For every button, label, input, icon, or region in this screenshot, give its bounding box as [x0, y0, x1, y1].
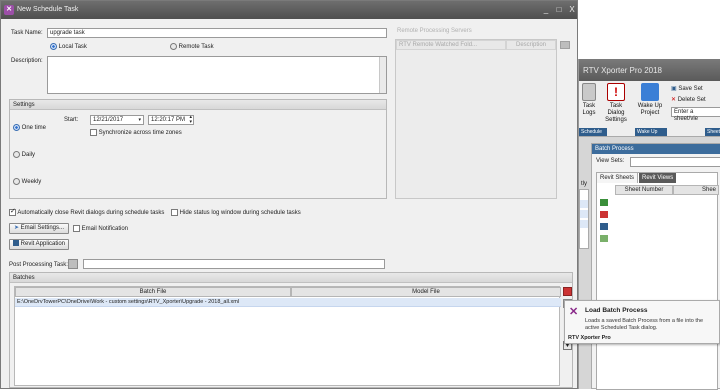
radio-checked-icon: [50, 43, 57, 50]
remote-servers-grid: RTV Remote Watched Fold... Description: [395, 39, 557, 199]
post-processing-input[interactable]: [83, 259, 385, 269]
app-icon: ✕: [4, 5, 14, 15]
save-icon[interactable]: [600, 223, 608, 230]
delete-icon: ✕: [671, 97, 677, 103]
list-item[interactable]: [580, 210, 588, 218]
checkbox-icon: [90, 129, 97, 136]
save-set-button[interactable]: ▣ Save Set: [671, 85, 703, 92]
task-logs-button[interactable]: Task Logs: [579, 83, 599, 117]
weekly-radio[interactable]: Weekly: [13, 178, 41, 185]
local-task-radio[interactable]: Local Task: [50, 43, 87, 50]
remote-folder-header: RTV Remote Watched Fold...: [396, 40, 506, 50]
time-spinner-icon[interactable]: ▴ ▾: [189, 115, 192, 125]
background-app-title: RTV Xporter Pro 2018: [579, 59, 720, 81]
batches-title: Batches: [10, 273, 572, 283]
settings-title: Settings: [10, 100, 386, 110]
revit-icon: [12, 240, 19, 247]
chevron-down-icon[interactable]: ▾: [138, 117, 141, 124]
tooltip-title: Load Batch Process: [585, 307, 648, 314]
batches-group: Batches Batch File Model File E:\OneDrvT…: [9, 272, 573, 388]
tab-revit-sheets[interactable]: Revit Sheets: [597, 173, 639, 183]
save-icon: ▣: [671, 86, 677, 92]
task-logs-icon: [582, 83, 596, 101]
auto-close-dialogs-checkbox[interactable]: Automatically close Revit dialogs during…: [9, 207, 164, 216]
task-name-input[interactable]: upgrade task: [47, 28, 387, 38]
hide-status-window-checkbox[interactable]: Hide status log window during schedule t…: [171, 209, 301, 216]
model-file-header[interactable]: Model File: [291, 287, 561, 297]
sheet-number-header[interactable]: Sheet Number: [615, 185, 673, 195]
left-column-label: tly: [581, 181, 587, 187]
close-button[interactable]: X: [567, 5, 577, 14]
batch-process-title: Batch Process: [592, 144, 720, 154]
sync-time-zones-checkbox[interactable]: Synchronize across time zones: [90, 129, 182, 136]
list-item[interactable]: [580, 220, 588, 228]
table-row[interactable]: E:\OneDrvTowerPC\OneDrive\Work - custom …: [15, 298, 561, 307]
task-dialog-settings-button[interactable]: ! Task Dialog Settings: [601, 83, 631, 124]
load-batch-icon[interactable]: [563, 287, 572, 296]
tooltip-footer: RTV Xporter Pro: [568, 335, 611, 341]
remote-task-radio[interactable]: Remote Task: [170, 43, 214, 50]
wake-up-icon: [641, 83, 659, 101]
task-name-label: Task Name:: [11, 30, 43, 36]
remove-icon[interactable]: [600, 211, 608, 218]
start-time-picker[interactable]: 12:20:17 PM ▴ ▾: [148, 115, 194, 125]
radio-unchecked-icon: [13, 178, 20, 185]
load-batch-tooltip: ✕ Load Batch Process Loads a saved Batch…: [564, 300, 720, 344]
checkbox-icon: [171, 209, 178, 216]
tab-revit-views[interactable]: Revit Views: [639, 173, 677, 183]
post-processing-label: Post Processing Task:: [9, 262, 68, 268]
sheets-tab-panel: Revit Sheets Revit Views Sheet Number Sh…: [596, 172, 719, 390]
export-icon[interactable]: [600, 235, 608, 242]
view-sets-label: View Sets:: [596, 158, 625, 164]
schedule-group-label: Schedule: [579, 128, 607, 136]
checkbox-icon: [73, 225, 80, 232]
start-date-picker[interactable]: 12/21/2017 ▾: [90, 115, 144, 125]
radio-unchecked-icon: [13, 151, 20, 158]
radio-checked-icon: [13, 124, 20, 131]
email-notification-checkbox[interactable]: Email Notification: [73, 225, 128, 232]
sheet-search-input[interactable]: Enter a sheet/vie: [671, 107, 720, 122]
window-title: New Schedule Task: [17, 6, 79, 13]
batch-file-cell: E:\OneDrvTowerPC\OneDrive\Work - custom …: [17, 299, 240, 305]
description-label: Description:: [11, 58, 43, 64]
email-icon: ➤: [13, 225, 19, 231]
description-scrollbar[interactable]: [379, 57, 386, 93]
title-bar: ✕ New Schedule Task _ □ X: [1, 1, 577, 19]
remote-description-header: Description: [506, 40, 556, 50]
radio-unchecked-icon: [170, 43, 177, 50]
batches-grid: Batch File Model File E:\OneDrvTowerPC\O…: [14, 286, 561, 386]
left-list: [579, 189, 589, 249]
batch-process-panel: Batch Process View Sets: Revit Sheets Re…: [591, 143, 720, 390]
add-icon[interactable]: [600, 199, 608, 206]
daily-radio[interactable]: Daily: [13, 151, 35, 158]
settings-group: Settings Start: 12/21/2017 ▾ 12:20:17 PM…: [9, 99, 387, 199]
background-ribbon: Task Logs ! Task Dialog Settings Wake Up…: [579, 81, 720, 137]
batch-file-header[interactable]: Batch File: [15, 287, 291, 297]
list-item[interactable]: [580, 200, 588, 208]
start-label: Start:: [64, 117, 79, 123]
one-time-radio[interactable]: One time: [13, 124, 46, 131]
tooltip-body: Loads a saved Batch Process from a file …: [585, 318, 704, 331]
tooltip-x-icon: ✕: [569, 306, 579, 318]
maximize-button[interactable]: □: [554, 5, 564, 14]
sheet-name-header[interactable]: Shee: [673, 185, 719, 195]
delete-set-button[interactable]: ✕ Delete Set: [671, 96, 706, 103]
wakeup-group-label: Wake Up: [635, 128, 667, 136]
wake-up-project-button[interactable]: Wake Up Project: [635, 83, 665, 117]
revit-application-button[interactable]: Revit Application: [9, 239, 69, 250]
description-textarea[interactable]: [47, 56, 387, 94]
checkbox-checked-icon: [9, 207, 16, 216]
browse-folder-icon[interactable]: [68, 259, 78, 269]
email-settings-button[interactable]: ➤ Email Settings...: [9, 223, 69, 234]
new-schedule-task-dialog: ✕ New Schedule Task _ □ X Task Name: upg…: [0, 0, 578, 389]
minimize-button[interactable]: _: [541, 5, 551, 14]
remote-servers-settings-icon: [560, 41, 570, 49]
warning-icon: !: [607, 83, 625, 101]
sheets-group-label: Sheet: [705, 128, 720, 136]
remote-servers-label: Remote Processing Servers: [397, 28, 472, 34]
view-sets-input[interactable]: [630, 157, 720, 167]
